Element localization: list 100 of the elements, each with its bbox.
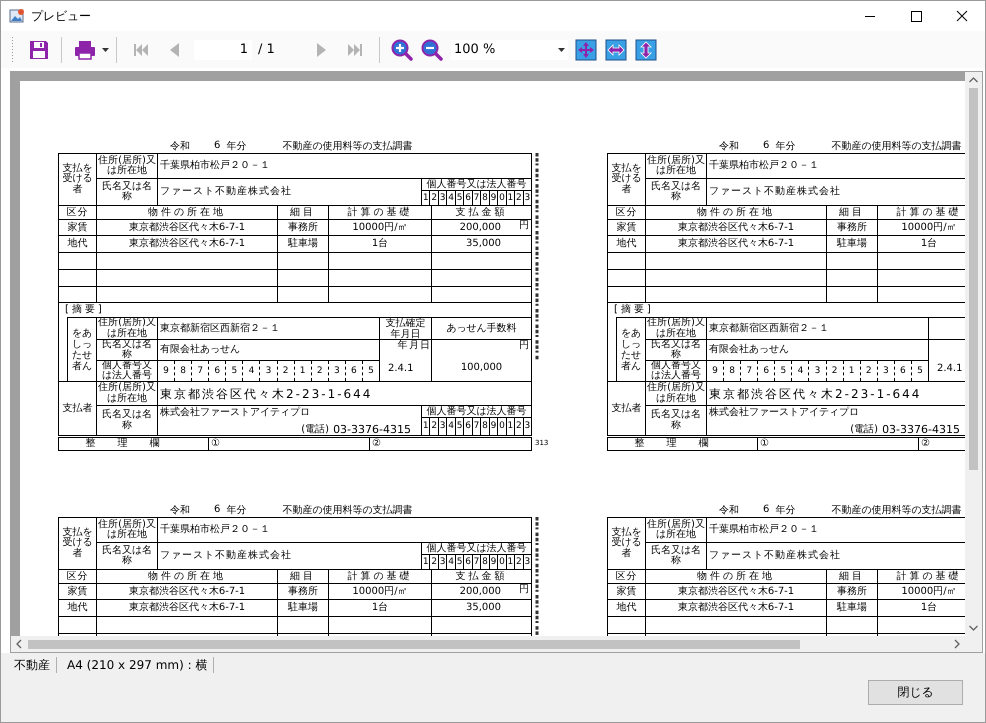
table-cell: 東京都渋谷区代々木6-7-1 [646,584,827,600]
number-digit: 2 [514,191,523,205]
table-cell [827,617,878,634]
caret-icon [558,48,565,52]
number-label: 個人番号又は法人番号 [422,179,532,191]
toolbar-grip-icon[interactable] [11,36,14,64]
table-cell: 駐車場 [278,600,329,617]
form-title: 不動産の使用料等の支払調書 [831,504,962,516]
scroll-thumb[interactable] [969,88,978,470]
agent-address: 東京都新宿区西新宿２－１ [707,317,929,340]
number-digit: 8 [480,418,489,435]
save-icon[interactable] [28,38,50,60]
number-digit: 5 [910,361,928,381]
table-cell: 東京都渋谷区代々木6-7-1 [97,600,278,617]
number-digit: 0 [497,555,506,569]
number-digit: 7 [472,191,480,205]
number-digit: 5 [362,361,380,381]
number-digit: 5 [225,361,242,381]
table-cell: 事務所 [827,584,878,600]
fit-width-icon[interactable] [605,38,627,60]
zoom-dropdown[interactable]: 100 % [451,40,568,60]
page-total: / 1 [258,42,276,57]
number-digit: 5 [454,555,464,569]
number-digit: 9 [488,555,498,569]
zoom-in-icon[interactable] [391,38,413,60]
table-cell [278,617,329,634]
form-year-unit: 年分 [775,504,796,516]
amount-text: 35,000 [466,603,501,613]
agent-label: あっせんをした者 [617,317,646,382]
number-digit: 2 [429,555,438,569]
number-digit: 6 [463,191,472,205]
column-header: あっせん手数料 [432,317,532,340]
number-digit: 7 [472,555,480,569]
table-cell: 駐車場 [827,600,878,617]
number-digit: 1 [842,361,860,381]
caret-icon[interactable] [102,48,109,52]
column-header: 計算の基礎 [329,206,432,220]
page-number-field[interactable]: 1 [194,40,252,60]
number-digit: 4 [446,555,455,569]
number-digit: 2 [310,361,328,381]
table-cell [827,253,878,270]
column-header: 物件の所在地 [97,570,278,584]
form-era: 令和 [719,140,739,152]
fit-height-icon[interactable] [635,38,657,60]
yen-unit: 円 [519,585,529,595]
column-header: 区分 [59,206,97,220]
table-cell: 地代 [59,600,97,617]
address-label: 住所(居所)又は所在地 [97,382,158,406]
table-cell: 地代 [608,236,646,253]
amount-text: 200,000 [460,586,501,596]
office-use-label: 整理欄 [608,438,758,450]
number-digit: 1 [294,361,311,381]
office-use-mark: ② [920,438,931,450]
agent-name: 有限会社あっせん [707,340,929,361]
window-title: プレビュー [31,8,91,24]
zoom-out-icon[interactable] [421,38,443,60]
number-digit: 9 [488,191,498,205]
number-digit: 9 [711,364,719,378]
number-digit: 2 [860,361,877,381]
name-label: 氏名又は名称 [97,543,158,570]
fee-amount: 100,000 [460,362,502,372]
horizontal-scrollbar[interactable] [11,636,965,652]
number-digit: 8 [723,361,740,381]
print-icon[interactable] [73,38,97,60]
yen-unit: 円 [519,341,529,351]
table-cell: 東京都渋谷区代々木6-7-1 [97,584,278,600]
fit-page-icon[interactable] [575,38,597,60]
scroll-thumb[interactable] [28,640,800,648]
column-header: 物件の所在地 [646,570,827,584]
form-era: 令和 [170,504,190,516]
vertical-scrollbar[interactable] [965,72,982,636]
form-year: 6 [763,504,770,515]
table-cell [278,270,329,287]
number-digit: 2 [276,361,294,381]
table-cell: 事務所 [827,220,878,236]
number-digit: 8 [174,361,192,381]
column-header: 計算の基礎 [329,570,432,584]
number-digit: 7 [472,418,480,435]
payer-name: 株式会社ファーストアイティプロ [160,408,311,418]
number-digit: 7 [740,361,758,381]
number-digit: 4 [446,191,455,205]
number-digit: 3 [522,191,532,205]
amount-text: 200,000 [460,222,501,232]
form-title: 不動産の使用料等の支払調書 [282,140,412,152]
number-digit: 3 [522,555,532,569]
form-title: 不動産の使用料等の支払調書 [831,140,962,152]
address-label: 住所(居所)又は所在地 [97,154,158,179]
number-digit: 6 [208,361,226,381]
number-digit: 6 [344,361,362,381]
payment-date: 2.4.1 [388,364,414,374]
close-button[interactable]: 閉じる [868,680,963,705]
table-cell: 事務所 [278,584,329,600]
form-year: 6 [214,140,220,151]
column-header: 細目 [827,570,878,584]
column-header: 支払金額 [432,570,532,584]
number-digit: 3 [438,191,446,205]
number-digit: 0 [497,191,506,205]
yen-unit: 円 [519,221,529,231]
table-cell: 家賃 [608,584,646,600]
column-header: 細目 [278,570,329,584]
